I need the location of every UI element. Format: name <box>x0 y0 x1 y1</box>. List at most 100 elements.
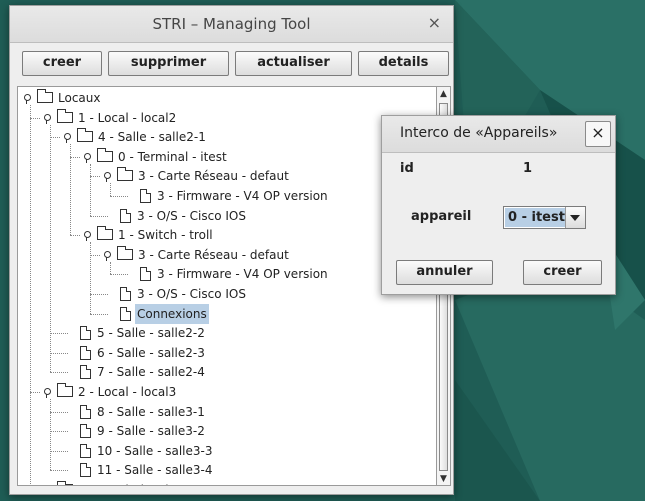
tree-node-label: 2 - Local - local3 <box>78 385 177 399</box>
tree-node-selected[interactable]: Connexions <box>106 303 209 324</box>
tree-node[interactable]: 2 - Local - local3 <box>43 382 178 402</box>
close-icon[interactable]: × <box>428 13 441 32</box>
tree-node-label: 3 - Firmware - V4 OP version <box>157 267 328 282</box>
tree-node[interactable]: 3 - Local - local4 <box>46 480 178 485</box>
tree-connector <box>50 450 68 452</box>
tree-node[interactable]: 3 - Firmware - V4 OP version <box>126 264 330 284</box>
tree-connector <box>90 254 100 256</box>
tree-node-label: 6 - Salle - salle2-3 <box>97 345 205 360</box>
main-window-titlebar[interactable]: STRI – Managing Tool × <box>10 6 453 43</box>
id-value: 1 <box>523 161 533 176</box>
tree-node[interactable]: 11 - Salle - salle3-4 <box>66 460 214 480</box>
scroll-up-arrow-icon[interactable]: ▲ <box>439 89 448 99</box>
tree-node[interactable]: 8 - Salle - salle3-1 <box>66 402 207 422</box>
tree-connector <box>50 333 68 335</box>
folder-icon <box>57 383 73 397</box>
tree-node-label: 3 - O/S - Cisco IOS <box>137 287 246 301</box>
tree-node-label: 3 - Carte Réseau - defaut <box>138 169 289 184</box>
tree-node[interactable]: 10 - Salle - salle3-3 <box>66 441 214 461</box>
tree-node-label: 3 - Firmware - V4 OP version <box>157 189 328 203</box>
expand-toggle-icon[interactable] <box>63 133 72 144</box>
tree-node[interactable]: 1 - Switch - troll <box>83 225 215 245</box>
tree-node[interactable]: 4 - Salle - salle2-1 <box>63 127 208 147</box>
dialog-close-icon[interactable]: × <box>585 121 611 147</box>
tree-node-label: 1 - Local - local2 <box>78 110 177 125</box>
document-icon <box>140 189 151 203</box>
dialog-titlebar[interactable]: Interco de «Appareils» × <box>382 116 615 153</box>
dialog-title: Interco de «Appareils» <box>400 125 558 141</box>
folder-icon <box>57 481 73 485</box>
tree-connector <box>90 176 100 178</box>
locaux-tree[interactable]: Locaux 1 - Local - local2 4 - Salle - sall… <box>17 86 437 486</box>
tree-node-label: 0 - Terminal - itest <box>118 149 227 164</box>
actualiser-button[interactable]: actualiser <box>235 51 352 76</box>
folder-icon <box>117 245 133 260</box>
creer-button[interactable]: creer <box>22 51 102 76</box>
tree-node[interactable]: Locaux <box>23 88 102 108</box>
document-icon <box>120 208 131 223</box>
tree-node-label: 8 - Salle - salle3-1 <box>97 404 205 419</box>
document-icon <box>80 345 91 360</box>
tree-connector <box>110 274 128 276</box>
tree-node[interactable]: 6 - Salle - salle2-3 <box>66 343 207 363</box>
tree-node-label: 5 - Salle - salle2-2 <box>97 326 205 341</box>
tree-connector <box>50 137 60 139</box>
tree-connector <box>30 117 40 119</box>
expand-toggle-icon[interactable] <box>43 388 52 398</box>
supprimer-button[interactable]: supprimer <box>108 51 229 76</box>
tree-connector <box>70 235 80 237</box>
tree-node[interactable]: 1 - Local - local2 <box>43 108 178 128</box>
folder-icon <box>57 108 73 123</box>
tree-connector <box>110 183 111 196</box>
tree-connector <box>90 313 108 315</box>
tree-node-label: 1 - Switch - troll <box>118 228 213 243</box>
tree-node[interactable]: 0 - Terminal - itest <box>83 147 229 167</box>
folder-icon <box>97 226 113 241</box>
tree-connector <box>50 470 68 472</box>
expand-toggle-icon[interactable] <box>103 250 112 261</box>
tree-node[interactable]: 7 - Salle - salle2-4 <box>66 362 207 382</box>
tree-connector <box>50 411 68 413</box>
expand-toggle-icon[interactable] <box>43 113 52 124</box>
tree-node-label: 4 - Salle - salle2-1 <box>98 130 206 145</box>
tree-node-label: Connexions <box>135 303 209 324</box>
details-button[interactable]: details <box>358 51 449 76</box>
tree-connector <box>110 261 111 275</box>
folder-icon <box>97 147 113 162</box>
tree-node[interactable]: 5 - Salle - salle2-2 <box>66 323 207 343</box>
tree-connector <box>30 392 40 393</box>
document-icon <box>120 306 131 321</box>
tree-node[interactable]: 9 - Salle - salle3-2 <box>66 421 207 441</box>
folder-icon <box>37 89 53 103</box>
tree-node[interactable]: 3 - Firmware - V4 OP version <box>126 186 330 206</box>
tree-connector <box>50 399 51 471</box>
document-icon <box>120 287 131 301</box>
tree-node-label: 10 - Salle - salle3-3 <box>97 443 213 458</box>
document-icon <box>80 365 91 380</box>
annuler-button[interactable]: annuler <box>396 260 493 285</box>
tree-connector <box>30 105 31 485</box>
document-icon <box>80 404 91 419</box>
document-icon <box>80 424 91 439</box>
tree-node-label: 11 - Salle - salle3-4 <box>97 463 213 478</box>
tree-node[interactable]: 3 - O/S - Cisco IOS <box>106 284 248 304</box>
expand-toggle-icon[interactable] <box>23 94 32 104</box>
expand-toggle-icon[interactable] <box>83 231 92 242</box>
tree-node[interactable]: 3 - Carte Réseau - defaut <box>103 245 291 265</box>
expand-toggle-icon[interactable] <box>103 172 112 183</box>
tree-node-label: 3 - Carte Réseau - defaut <box>138 247 289 262</box>
main-window-title: STRI – Managing Tool <box>152 15 311 33</box>
chevron-down-icon[interactable] <box>565 207 585 228</box>
scroll-down-arrow-icon[interactable]: ▼ <box>439 474 448 484</box>
tree-node[interactable]: 3 - Carte Réseau - defaut <box>103 166 291 186</box>
folder-icon <box>77 128 93 143</box>
appareil-label: appareil <box>411 209 472 224</box>
folder-icon <box>117 167 133 182</box>
document-icon <box>80 326 91 341</box>
tree-node[interactable]: 3 - O/S - Cisco IOS <box>106 206 248 226</box>
tree-connector <box>90 163 91 216</box>
id-label: id <box>400 161 414 176</box>
dialog-creer-button[interactable]: creer <box>523 260 602 285</box>
expand-toggle-icon[interactable] <box>83 152 92 163</box>
appareil-select[interactable]: 0 - itest <box>503 206 586 229</box>
